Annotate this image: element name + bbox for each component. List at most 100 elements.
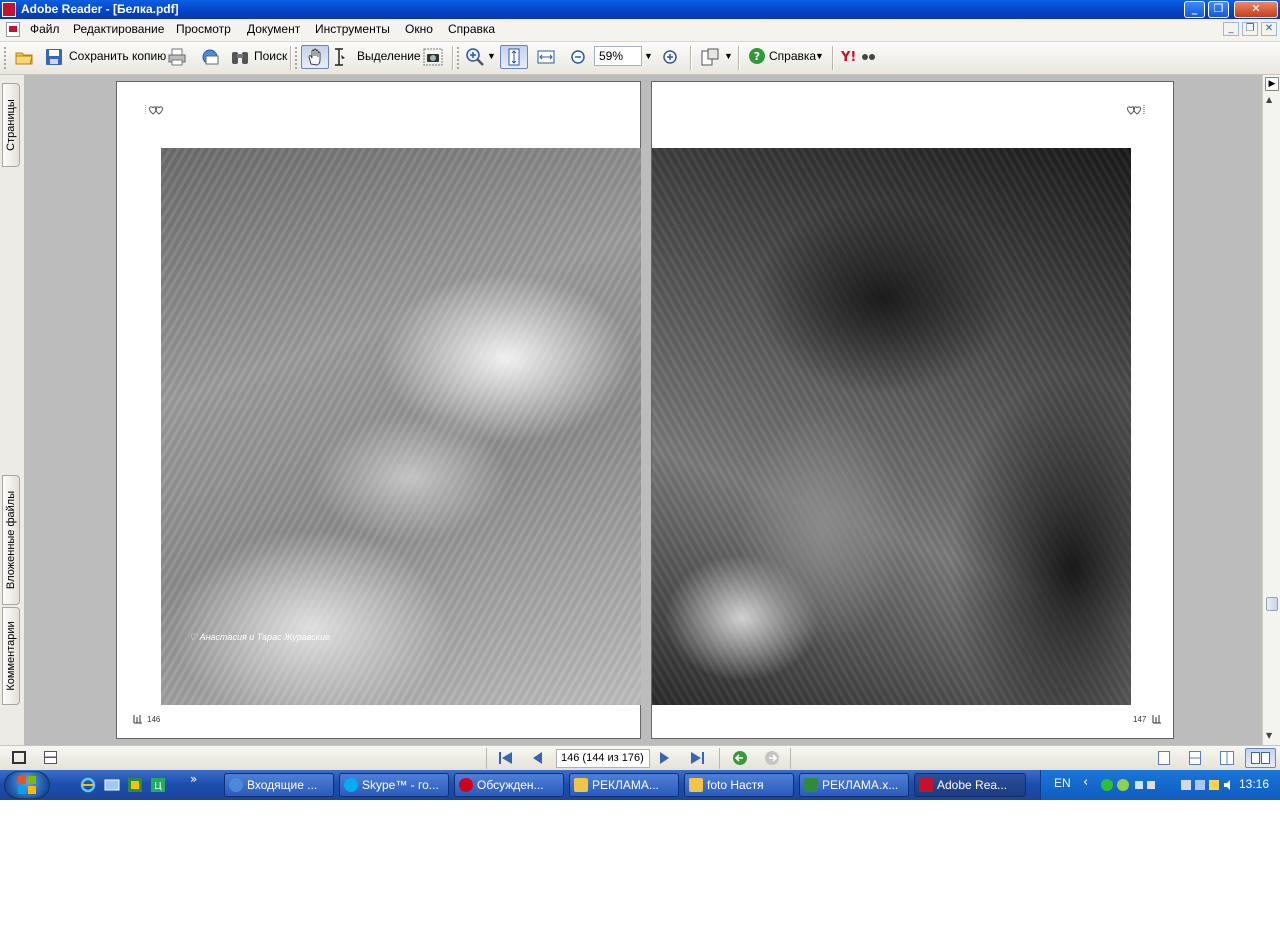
doc-minimize-button[interactable]: _ [1223,22,1239,36]
page-number-left: 146 [147,715,161,724]
menu-edit[interactable]: Редактирование [73,22,164,36]
fit-page-icon [508,48,520,66]
snapshot-camera-icon[interactable] [423,47,443,67]
menu-tools[interactable]: Инструменты [315,22,390,36]
select-tool-button[interactable]: Выделение [357,45,421,67]
zoom-in-tool-icon[interactable] [465,47,485,67]
next-page-icon[interactable] [659,751,671,765]
close-button[interactable]: ✕ [1234,1,1278,18]
taskbar-item-reklama-folder[interactable]: РЕКЛАМА... [569,773,679,797]
save-copy-icon[interactable] [44,47,64,67]
menu-view[interactable]: Просмотр [176,22,231,36]
document-page-left: ♡ Анастасия и Тарас Журавские 146 [116,81,641,739]
status-separator [719,748,720,769]
page-layout-icon[interactable] [700,47,720,67]
page-gutter [641,81,651,739]
search-button[interactable]: Поиск [254,45,287,67]
menu-file[interactable]: Файл [30,22,60,36]
menu-window[interactable]: Окно [405,22,433,36]
panel-toggle-arrow-icon[interactable]: ▶ [1265,77,1279,91]
panel-layout-icon[interactable] [12,751,26,764]
language-indicator[interactable]: EN [1054,776,1071,790]
print-icon[interactable] [167,47,187,67]
scrollbar-thumb[interactable] [1266,597,1278,611]
help-icon[interactable]: ? [748,47,766,65]
menu-document[interactable]: Документ [247,22,300,36]
tray-icons-group[interactable] [1099,777,1157,793]
document-icon[interactable] [6,22,20,37]
network-status-icon [1195,780,1205,790]
device-icon [1147,781,1155,789]
single-page-view-icon[interactable] [1158,751,1170,765]
taskbar-item-reklama-excel[interactable]: РЕКЛАМА.х... [799,773,909,797]
search-binoculars-icon[interactable] [230,47,250,67]
start-button[interactable] [4,771,50,799]
bar-ornament-icon [1152,715,1161,724]
document-viewer[interactable]: ♡ Анастасия и Тарас Журавские 146 147 [25,75,1262,745]
page-number-field[interactable]: 146 (144 из 176) [556,749,650,768]
network-icon [1135,781,1143,789]
document-page-right: 147 [651,81,1174,739]
taskbar-item-foto-folder[interactable]: foto Настя [684,773,794,797]
zoom-in-icon[interactable] [660,47,680,67]
help-dropdown-arrow[interactable]: ▼ [815,45,824,67]
taskbar-item-adobe-reader[interactable]: Adobe Rea... [914,773,1026,797]
icq-icon [1101,779,1113,791]
fit-width-icon[interactable] [536,47,556,67]
text-select-cursor-icon[interactable] [332,47,346,67]
show-hidden-icons-chevron-icon[interactable]: ‹ [1083,775,1088,790]
minimize-button[interactable]: _ [1184,1,1205,18]
zoom-level-field[interactable]: 59% [594,46,642,66]
previous-page-icon[interactable] [531,751,543,765]
continuous-view-icon[interactable] [1189,751,1201,765]
open-folder-icon[interactable] [14,47,34,67]
clock[interactable]: 13:16 [1239,777,1269,791]
email-icon[interactable] [200,47,220,67]
go-back-icon[interactable] [732,750,748,766]
hand-tool-button[interactable] [301,45,329,69]
tray-system-icons[interactable] [1180,777,1234,793]
yahoo-toolbar-logo-icon[interactable]: Y! [841,48,875,64]
fit-page-button[interactable] [500,45,528,69]
quick-launch-more-icon[interactable]: » [190,772,197,786]
continuous-facing-view-icon[interactable] [1220,751,1234,765]
go-forward-icon[interactable] [764,750,780,766]
taskbar-item-inbox[interactable]: Входящие ... [224,773,334,797]
scroll-down-arrow-icon[interactable]: ▼ [1266,731,1272,740]
toolbar-grip[interactable] [295,47,300,69]
menu-help[interactable]: Справка [448,22,495,36]
mail-icon [229,778,243,792]
taskbar-item-skype[interactable]: Skype™ - го... [339,773,449,797]
zoom-dropdown-arrow[interactable]: ▼ [644,45,653,67]
doc-close-button[interactable]: ✕ [1261,22,1277,36]
status-separator [486,748,487,769]
help-button[interactable]: Справка [769,45,816,67]
finance-app-icon[interactable]: Ц [150,777,166,793]
first-page-icon[interactable] [498,751,514,765]
photo-viewer-icon[interactable] [127,777,143,793]
page-options-icon[interactable] [44,751,57,764]
last-page-icon[interactable] [689,751,705,765]
page-layout-dropdown-arrow[interactable]: ▼ [724,45,733,67]
svg-text:Y!: Y! [841,50,856,64]
zoom-tool-dropdown-arrow[interactable]: ▼ [487,45,496,67]
internet-explorer-icon[interactable] [80,777,96,793]
facing-view-button[interactable] [1245,748,1276,768]
zoom-out-icon[interactable] [568,47,588,67]
doc-restore-button[interactable]: ❐ [1242,22,1258,36]
restore-button[interactable]: ❐ [1208,1,1229,18]
tab-pages[interactable]: Страницы [2,83,20,167]
status-separator [790,748,791,769]
tab-attachments[interactable]: Вложенные файлы [2,475,20,605]
show-desktop-icon[interactable] [104,777,120,793]
power-icon [1181,780,1191,790]
hand-icon [308,48,321,66]
scroll-up-arrow-icon[interactable]: ▲ [1266,95,1272,104]
save-copy-button[interactable]: Сохранить копию [69,45,166,67]
toolbar-grip[interactable] [4,47,9,69]
tab-comments[interactable]: Комментарии [2,607,20,705]
taskbar-item-opera[interactable]: Обсужден... [454,773,564,797]
vertical-scrollbar[interactable]: ▶ ▲ ▼ [1262,75,1280,745]
facing-view-icon [1251,752,1260,764]
toolbar-grip[interactable] [457,47,462,69]
